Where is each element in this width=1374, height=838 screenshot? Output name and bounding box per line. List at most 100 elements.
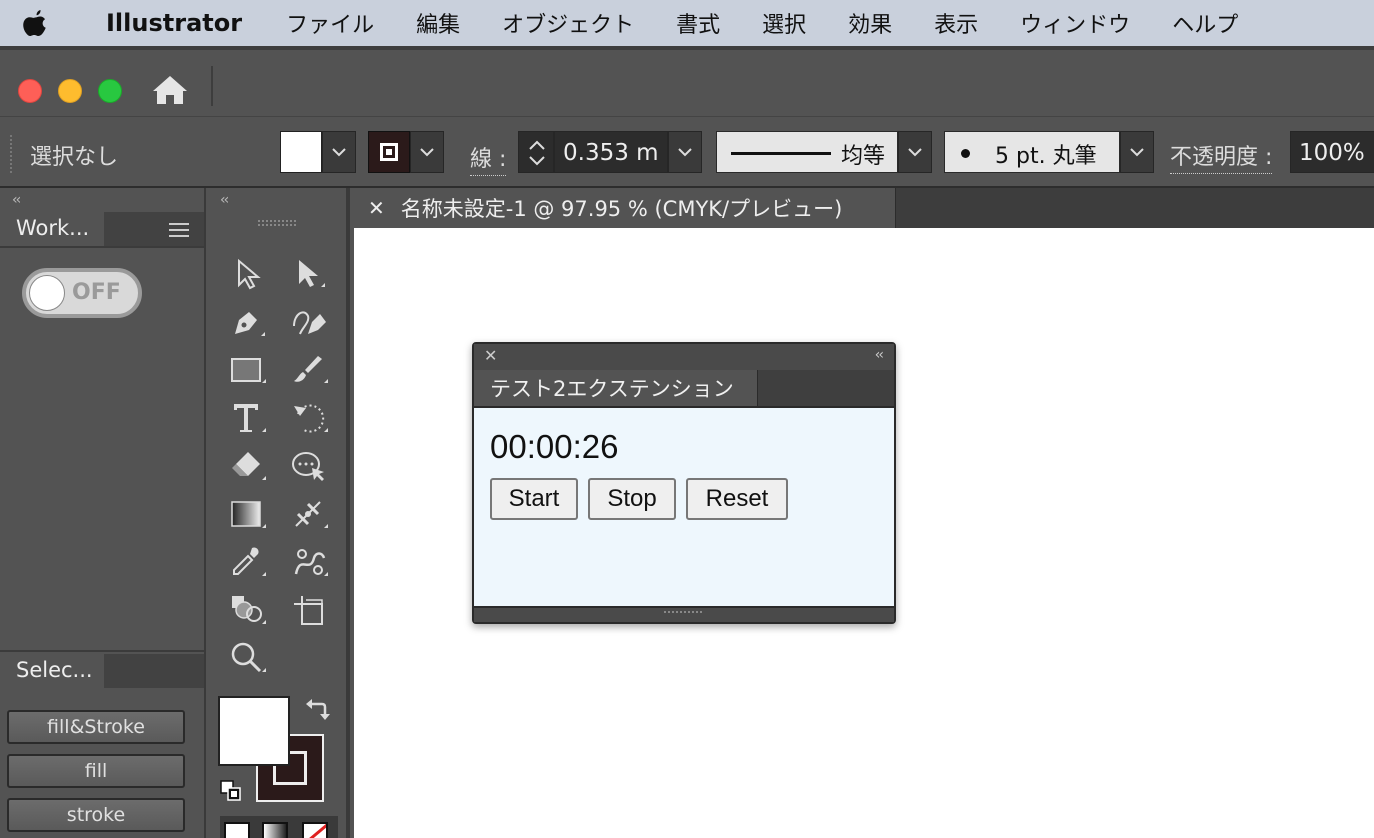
menu-window[interactable]: ウィンドウ [1020,7,1130,39]
collapse-tools-button[interactable]: ‹‹ [220,192,229,208]
type-tool[interactable] [226,398,270,438]
home-button[interactable] [150,70,190,110]
title-bar-divider [211,66,213,106]
pen-icon [235,312,265,336]
artboard-icon [294,596,323,625]
close-panel-icon[interactable]: ✕ [484,346,497,365]
toggle-knob [29,275,65,311]
selection-status: 選択なし [30,145,119,170]
none-mode-button[interactable] [302,822,328,838]
stroke-label[interactable]: 線 : [470,141,507,176]
panel-menu-button[interactable] [168,222,190,242]
minimize-window-button[interactable] [58,79,82,103]
chevron-down-icon [678,148,692,157]
control-bar-grip[interactable] [10,135,13,173]
brush-select[interactable]: 5 pt. 丸筆 [944,131,1120,173]
brush-label: 5 pt. 丸筆 [995,144,1097,169]
workspace-toggle[interactable]: OFF [22,268,142,318]
toggle-label: OFF [72,280,121,305]
menu-file[interactable]: ファイル [286,7,374,39]
chevron-down-icon [1130,148,1144,157]
menu-edit[interactable]: 編集 [416,7,460,39]
menu-app-name[interactable]: Illustrator [106,9,242,37]
close-document-icon[interactable]: ✕ [368,196,385,220]
shape-builder-tool[interactable] [226,590,270,630]
puppet-warp-icon [292,452,324,481]
pen-tool[interactable] [226,302,270,342]
zoom-tool[interactable] [226,638,270,678]
gradient-mode-button[interactable] [262,822,288,838]
menu-bar: Illustrator ファイル 編集 オブジェクト 書式 選択 効果 表示 ウ… [0,0,1374,46]
rotate-tool[interactable] [288,398,332,438]
menu-help[interactable]: ヘルプ [1172,7,1238,39]
paintbrush-tool[interactable] [288,350,332,390]
puppet-warp-tool[interactable] [288,446,332,486]
document-tab[interactable]: ✕ 名称未設定-1 @ 97.95 % (CMYK/プレビュー) [354,188,896,228]
blend-tool[interactable] [288,542,332,582]
stroke-weight-input[interactable]: 0.353 m [554,131,668,173]
direct-selection-arrow-icon [299,260,325,287]
reset-button[interactable]: Reset [686,478,788,520]
blend-icon [294,549,328,576]
menu-effect[interactable]: 効果 [848,7,892,39]
hamburger-menu-icon [169,223,189,237]
width-profile-label: 均等 [841,144,886,169]
swap-arrow-icon [306,699,330,720]
tools-grip[interactable] [258,220,296,226]
fill-button[interactable]: fill [7,754,185,788]
eraser-tool[interactable] [226,446,270,486]
chevron-down-icon [908,148,922,157]
fill-and-stroke-button[interactable]: fill&Stroke [7,710,185,744]
eyedropper-tool[interactable] [226,542,270,582]
tab-extension[interactable]: テスト2エクステンション [474,370,758,406]
fill-color-box[interactable] [218,696,290,766]
tab-workspace[interactable]: Work... [0,212,104,246]
apple-icon [23,10,46,36]
zoom-window-button[interactable] [98,79,122,103]
close-window-button[interactable] [18,79,42,103]
menu-view[interactable]: 表示 [934,7,978,39]
timer-display: 00:00:26 [490,428,619,465]
menu-object[interactable]: オブジェクト [502,7,634,39]
brush-dropdown[interactable] [1120,131,1154,173]
stroke-button[interactable]: stroke [7,798,185,832]
opacity-input[interactable]: 100% [1290,131,1374,173]
collapse-panel-button[interactable]: ‹‹ [875,347,884,363]
control-bar: 選択なし 線 : 0.353 m 均等 5 pt. 丸筆 不透明度: 100% [0,116,1374,188]
start-button[interactable]: Start [490,478,578,520]
tab-select[interactable]: Selec... [0,654,104,688]
opacity-label[interactable]: 不透明度 : [1170,139,1273,174]
menu-type[interactable]: 書式 [676,7,720,39]
collapse-panels-button[interactable]: ‹‹ [12,192,21,208]
color-mode-button[interactable] [224,822,250,838]
type-t-icon [234,404,266,432]
width-tool[interactable] [288,494,332,534]
selection-tool[interactable] [226,254,270,294]
width-profile-dropdown[interactable] [898,131,932,173]
left-panel-dock: ‹‹ Work... OFF Selec... fill&Stroke fill… [0,188,206,838]
fill-swatch[interactable] [280,131,322,173]
extension-panel: ✕ ‹‹ テスト2エクステンション 00:00:26 Start Stop Re… [472,342,896,624]
extension-content: 00:00:26 Start Stop Reset [474,406,894,606]
artboard-tool[interactable] [288,590,332,630]
stroke-dropdown[interactable] [410,131,444,173]
stroke-weight-dropdown[interactable] [668,131,702,173]
fill-dropdown[interactable] [322,131,356,173]
direct-selection-tool[interactable] [288,254,332,294]
gradient-icon [231,501,266,528]
curvature-tool[interactable] [288,302,332,342]
extension-resize-grip[interactable] [474,606,894,622]
default-fill-stroke-button[interactable] [220,780,242,806]
menu-select[interactable]: 選択 [762,7,806,39]
extension-panel-header[interactable]: ✕ ‹‹ [474,344,894,370]
width-profile-select[interactable]: 均等 [716,131,898,173]
eyedropper-icon [233,547,266,576]
rectangle-tool[interactable] [226,350,270,390]
stroke-weight-stepper[interactable] [518,131,554,173]
apple-menu[interactable] [0,7,70,39]
stop-button[interactable]: Stop [588,478,676,520]
swap-fill-stroke-button[interactable] [304,698,330,728]
gradient-tool[interactable] [226,494,270,534]
stroke-swatch[interactable] [368,131,410,173]
rectangle-icon [231,358,266,383]
